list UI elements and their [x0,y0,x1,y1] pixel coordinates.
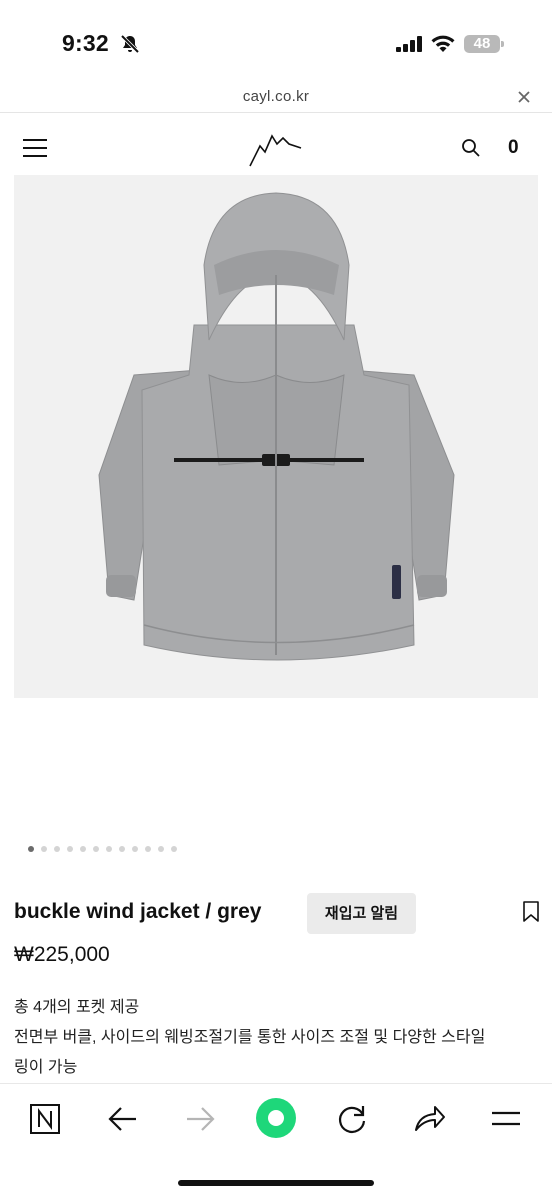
home-indicator[interactable] [178,1180,374,1186]
carousel-dot[interactable] [28,846,34,852]
product-description-line: 총 4개의 포켓 제공 [14,999,140,1016]
carousel-dot[interactable] [158,846,164,852]
carousel-dot[interactable] [106,846,112,852]
product-image[interactable] [14,175,538,698]
refresh-icon[interactable] [330,1097,374,1141]
carousel-dot[interactable] [119,846,125,852]
close-icon[interactable] [514,87,534,107]
battery-level: 48 [473,35,491,52]
hamburger-menu-icon[interactable] [22,138,48,158]
carousel-dot[interactable] [145,846,151,852]
green-dot-home-icon[interactable] [254,1096,298,1140]
carousel-dot[interactable] [171,846,177,852]
carousel-dot[interactable] [67,846,73,852]
carousel-dot[interactable] [80,846,86,852]
product-price: ₩225,000 [14,943,110,966]
wifi-icon [431,35,455,52]
carousel-dot[interactable] [54,846,60,852]
bookmark-icon[interactable] [522,901,540,923]
carousel-dot[interactable] [41,846,47,852]
product-description-line: 링이 가능 [14,1059,78,1076]
carousel-dots[interactable] [28,846,177,852]
carousel-dot[interactable] [93,846,99,852]
product-title: buckle wind jacket / grey [14,900,262,923]
bell-muted-icon [120,34,140,54]
cayl-mountain-logo[interactable] [245,128,305,168]
back-arrow-icon[interactable] [101,1097,145,1141]
cellular-signal-icon [396,36,422,52]
naver-n-icon[interactable] [23,1097,67,1141]
cart-count[interactable]: 0 [508,137,519,159]
jacket-photo [14,175,538,698]
product-description-line: 전면부 버클, 사이드의 웨빙조절기를 통한 사이즈 조절 및 다양한 스타일 [14,1029,486,1046]
battery-cap [501,41,504,47]
share-icon[interactable] [407,1097,451,1141]
url-text[interactable]: cayl.co.kr [0,88,552,105]
status-time: 9:32 [62,30,109,56]
carousel-dot[interactable] [132,846,138,852]
forward-arrow-icon[interactable] [178,1097,222,1141]
restock-alert-button[interactable]: 재입고 알림 [307,893,416,934]
search-icon[interactable] [461,138,481,158]
menu-icon[interactable] [484,1097,528,1141]
